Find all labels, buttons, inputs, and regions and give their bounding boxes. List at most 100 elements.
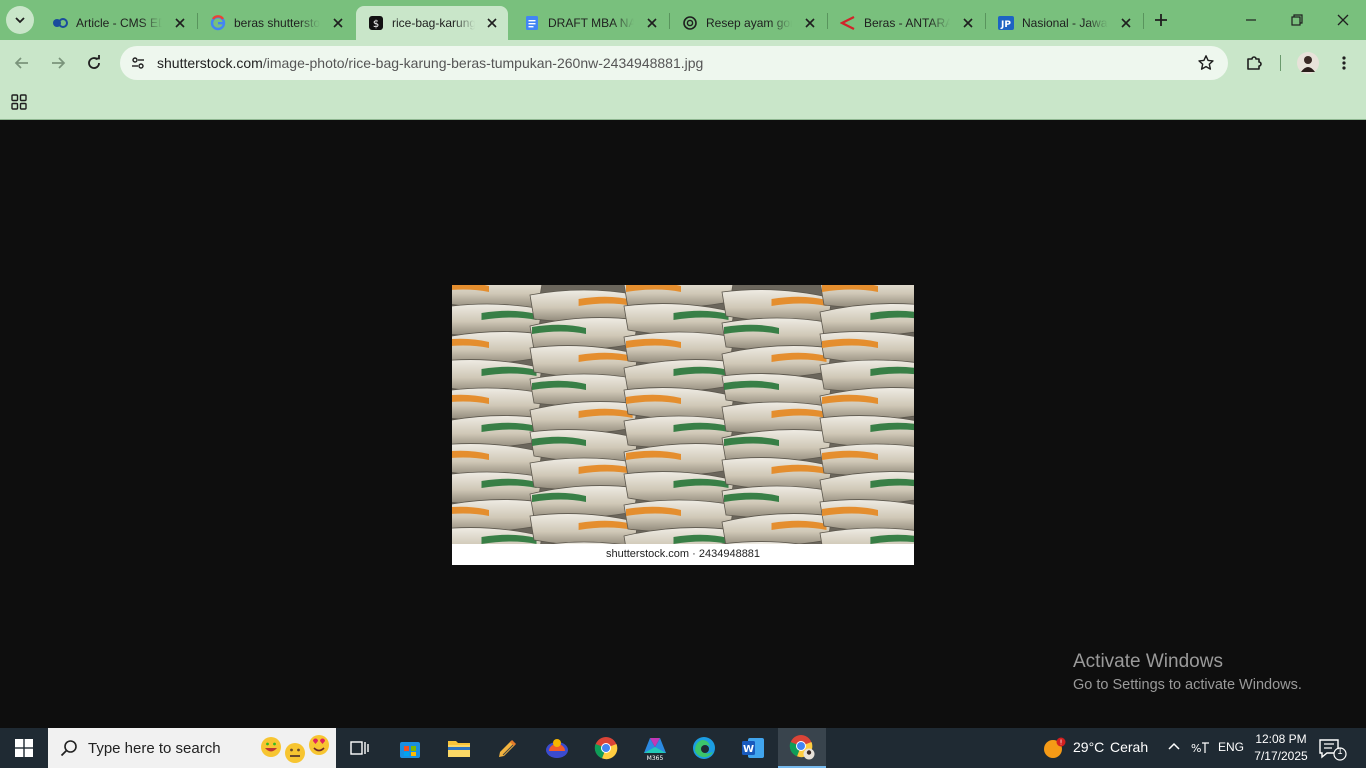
antara-icon xyxy=(840,15,856,31)
reload-button[interactable] xyxy=(80,49,108,77)
tab-chatgpt[interactable]: Resep ayam goreng xyxy=(670,6,826,40)
start-button[interactable] xyxy=(0,728,48,768)
folder-icon xyxy=(448,741,470,757)
image-viewer: shutterstock.com · 2434948881 Activate W… xyxy=(0,121,1366,728)
clock-date: 7/17/2025 xyxy=(1254,749,1308,763)
tray-overflow-button[interactable] xyxy=(1166,738,1186,758)
tab-antara[interactable]: Beras - ANTARA xyxy=(828,6,984,40)
tab-title: Beras - ANTARA xyxy=(864,16,951,30)
close-icon[interactable] xyxy=(485,15,500,31)
chevron-down-icon xyxy=(15,17,25,24)
site-info-icon[interactable] xyxy=(126,51,150,75)
weather-widget[interactable]: ! 29°C Cerah xyxy=(1040,728,1150,768)
image-caption: shutterstock.com · 2434948881 xyxy=(605,548,761,560)
tab-title: DRAFT MBA NAT xyxy=(548,16,635,30)
google-docs-icon xyxy=(524,15,540,31)
restore-button[interactable] xyxy=(1274,0,1320,40)
input-method-icon[interactable]: % xyxy=(1190,739,1212,757)
plus-icon xyxy=(1155,14,1167,26)
chrome-profile-button[interactable] xyxy=(778,728,826,768)
arrow-right-icon xyxy=(52,57,66,69)
paint-app-button[interactable] xyxy=(533,728,581,768)
taskbar-search-box[interactable]: Type here to search xyxy=(48,728,336,768)
svg-text:JP: JP xyxy=(1000,20,1011,30)
tab-google-search[interactable]: beras shutterstock xyxy=(198,6,354,40)
file-explorer-button[interactable] xyxy=(435,728,483,768)
arrow-left-icon xyxy=(14,57,28,69)
minimize-button[interactable] xyxy=(1228,0,1274,40)
url-domain: shutterstock.com xyxy=(157,55,263,71)
word-button[interactable]: W xyxy=(729,728,777,768)
new-tab-button[interactable] xyxy=(1150,9,1172,31)
chatgpt-icon xyxy=(682,15,698,31)
profile-button[interactable] xyxy=(1294,49,1322,77)
tab-jawapos[interactable]: JP Nasional - Jawa Pos xyxy=(986,6,1142,40)
windows-logo-icon xyxy=(15,739,33,757)
chrome-profile-icon xyxy=(789,735,815,760)
svg-text:W: W xyxy=(743,744,754,755)
tab-separator xyxy=(1143,13,1144,29)
m365-button[interactable]: M365 xyxy=(631,728,679,768)
task-view-button[interactable] xyxy=(336,728,384,768)
jawapos-icon: JP xyxy=(998,15,1014,31)
search-icon xyxy=(60,740,77,757)
toolbar-divider xyxy=(1280,55,1281,71)
address-bar[interactable]: shutterstock.com/image-photo/rice-bag-ka… xyxy=(120,46,1228,80)
close-icon[interactable] xyxy=(330,15,346,31)
close-icon[interactable] xyxy=(960,15,976,31)
google-g-icon xyxy=(210,15,226,31)
sticky-app-button[interactable] xyxy=(484,728,532,768)
tab-title: Article - CMS ED xyxy=(76,16,163,30)
forward-button[interactable] xyxy=(44,49,72,77)
tab-search-button[interactable] xyxy=(6,6,34,34)
activate-windows-watermark: Activate Windows Go to Settings to activ… xyxy=(1073,650,1302,696)
chrome-button[interactable] xyxy=(582,728,630,768)
bookmark-star-icon[interactable] xyxy=(1196,53,1216,73)
url-text: shutterstock.com/image-photo/rice-bag-ka… xyxy=(157,55,703,71)
tab-title: rice-bag-karung-beras-tumpukan xyxy=(392,16,475,30)
image-frame[interactable]: shutterstock.com · 2434948881 xyxy=(452,285,914,565)
cms-logo-icon xyxy=(52,15,68,31)
reload-icon xyxy=(88,55,100,69)
watermark-title: Activate Windows xyxy=(1073,651,1223,672)
microsoft-store-icon xyxy=(400,742,420,758)
notification-count: 1 xyxy=(1337,746,1343,756)
task-view-icon xyxy=(350,741,369,755)
menu-button[interactable] xyxy=(1330,49,1358,77)
extensions-button[interactable] xyxy=(1240,49,1268,77)
back-button[interactable] xyxy=(8,49,36,77)
browser-toolbar: shutterstock.com/image-photo/rice-bag-ka… xyxy=(0,40,1366,86)
close-window-button[interactable] xyxy=(1320,0,1366,40)
apps-grid-icon[interactable] xyxy=(10,93,28,111)
tab-strip: Article - CMS ED beras shutterstock $ ri… xyxy=(0,0,1366,40)
svg-text:M365: M365 xyxy=(647,755,664,761)
notification-icon xyxy=(1319,739,1347,761)
close-icon[interactable] xyxy=(802,15,818,31)
weather-condition: Cerah xyxy=(1110,739,1149,755)
weather-temp: 29°C xyxy=(1073,739,1105,755)
bookmarks-bar xyxy=(0,86,1366,120)
paint-icon xyxy=(546,739,568,758)
close-icon[interactable] xyxy=(172,15,188,31)
tab-shutterstock-image[interactable]: $ rice-bag-karung-beras-tumpukan xyxy=(356,6,508,40)
close-icon[interactable] xyxy=(1118,15,1134,31)
chevron-up-icon xyxy=(1168,742,1180,750)
tab-title: Nasional - Jawa Pos xyxy=(1022,16,1108,30)
tab-title: beras shutterstock xyxy=(234,16,321,30)
tab-article-cms[interactable]: Article - CMS ED xyxy=(40,6,196,40)
tab-google-docs[interactable]: DRAFT MBA NAT xyxy=(512,6,668,40)
puzzle-piece-icon xyxy=(1247,56,1262,70)
rice-sacks-photo xyxy=(452,285,914,544)
language-indicator[interactable]: ENG xyxy=(1218,740,1244,754)
close-icon xyxy=(1337,14,1349,26)
avatar xyxy=(1297,52,1319,74)
weather-sun-icon: ! xyxy=(1044,737,1066,758)
edge-button[interactable] xyxy=(680,728,728,768)
clock[interactable]: 12:08 PM 7/17/2025 xyxy=(1252,731,1310,765)
microsoft-store-button[interactable] xyxy=(386,728,434,768)
notification-center-button[interactable]: 1 xyxy=(1318,736,1350,762)
pencil-ruler-icon xyxy=(499,739,517,757)
minimize-icon xyxy=(1246,19,1256,21)
close-icon[interactable] xyxy=(644,15,660,31)
word-icon: W xyxy=(742,738,764,758)
